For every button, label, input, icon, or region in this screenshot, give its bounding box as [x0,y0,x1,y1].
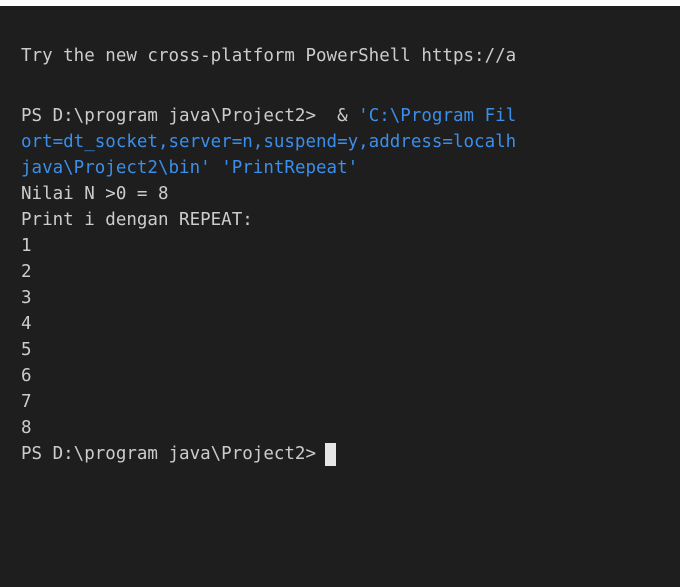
command-prompt: PS D:\program java\Project2> & [21,106,359,126]
terminal-final-prompt-line[interactable]: PS D:\program java\Project2> [21,441,337,467]
output-line: Nilai N >0 = 8 [21,184,169,204]
final-prompt: PS D:\program java\Project2> [21,444,317,464]
output-line: 5 [21,340,32,360]
output-line: 6 [21,366,32,386]
output-line: 2 [21,262,32,282]
command-arg-space [211,158,222,178]
terminal-cursor[interactable] [325,442,337,466]
terminal-banner-line: Try the new cross-platform PowerShell ht… [21,46,517,66]
output-line: 1 [21,236,32,256]
output-line: 7 [21,392,32,412]
terminal-command-line-3: java\Project2\bin' 'PrintRepeat' [21,155,358,181]
terminal-panel[interactable]: Try the new cross-platform PowerShell ht… [0,6,680,587]
command-arg-path: java\Project2\bin' [21,158,211,178]
output-line: Print i dengan REPEAT: [21,210,253,230]
terminal-command-line-2: ort=dt_socket,server=n,suspend=y,address… [21,132,517,152]
output-line: 8 [21,418,32,438]
output-line: 4 [21,314,32,334]
command-arg-string: 'C:\Program Fil [358,106,517,126]
command-arg-class: 'PrintRepeat' [221,158,359,178]
terminal-command-line-1: PS D:\program java\Project2> & 'C:\Progr… [21,103,516,129]
output-line: 3 [21,288,32,308]
